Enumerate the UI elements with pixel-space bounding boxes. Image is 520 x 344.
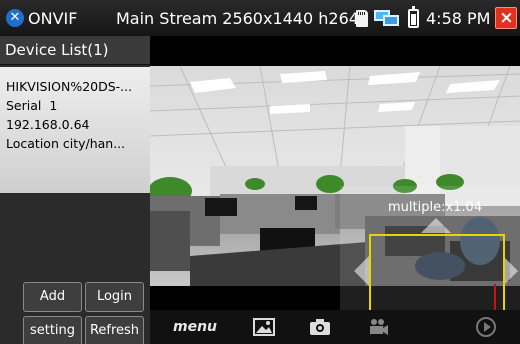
device-ip: 192.168.0.64: [6, 117, 90, 132]
gallery-button[interactable]: [250, 310, 278, 344]
device-serial: Serial 1: [6, 98, 58, 113]
device-list-item[interactable]: HIKVISION%20DS-... Serial 1 192.168.0.64…: [0, 67, 150, 193]
zoom-region-box[interactable]: [369, 234, 505, 310]
video-preview[interactable]: multiple:x1.04: [150, 36, 520, 310]
timeline-marker: [494, 284, 496, 310]
close-button[interactable]: ×: [495, 7, 518, 29]
device-panel: Device List(1) HIKVISION%20DS-... Serial…: [0, 36, 150, 344]
play-icon: [476, 317, 496, 337]
clock: 4:58 PM: [426, 8, 491, 28]
app-title: ✕ ONVIF: [0, 0, 116, 36]
device-location: Location city/han...: [6, 136, 126, 151]
menu-button[interactable]: menu: [172, 310, 218, 344]
zoom-multiple-label: multiple:x1.04: [388, 200, 483, 215]
device-list-header: Device List(1): [0, 36, 150, 65]
network-icon: [374, 8, 400, 28]
sd-card-icon: [356, 9, 368, 27]
app-name: ONVIF: [28, 8, 78, 28]
add-button[interactable]: Add: [23, 282, 82, 312]
refresh-button[interactable]: Refresh: [85, 316, 144, 344]
camera-icon: [310, 319, 330, 335]
setting-button[interactable]: setting: [23, 316, 82, 344]
device-name: HIKVISION%20DS-...: [6, 79, 133, 94]
onvif-logo-icon: ✕: [6, 9, 24, 27]
stream-info: Main Stream 2560x1440 h264: [116, 8, 359, 28]
battery-icon: [408, 5, 419, 28]
status-bar: ✕ ONVIF Main Stream 2560x1440 h264 4:58 …: [0, 0, 520, 36]
snapshot-button[interactable]: [306, 310, 334, 344]
video-record-icon: [370, 319, 388, 335]
image-gallery-icon: [253, 318, 275, 336]
record-button[interactable]: [364, 310, 392, 344]
bottom-toolbar: menu: [150, 310, 520, 344]
play-button[interactable]: [472, 310, 500, 344]
login-button[interactable]: Login: [85, 282, 144, 312]
